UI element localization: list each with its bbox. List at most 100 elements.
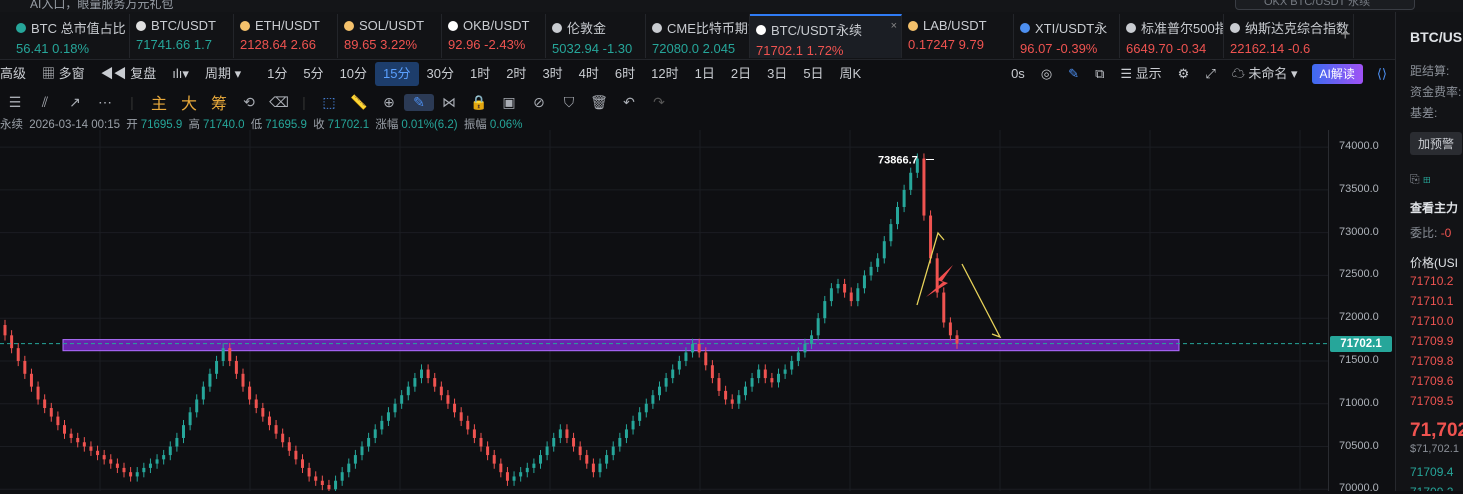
period-15[interactable]: 周K bbox=[832, 62, 870, 86]
ask-price[interactable]: 71710.0 bbox=[1410, 314, 1453, 328]
candle-body bbox=[882, 241, 886, 259]
price-chart[interactable]: 73866.7 bbox=[0, 130, 1395, 491]
period-dropdown[interactable]: 周期 ▾ bbox=[197, 62, 249, 86]
ticker-tab[interactable]: LAB/USDT 0.17247 9.79 bbox=[902, 14, 1014, 58]
note-icon[interactable]: ▣ bbox=[494, 94, 524, 111]
cursor-icon[interactable]: ⬚ bbox=[314, 94, 344, 111]
layout-icon[interactable]: ⧉ bbox=[1087, 62, 1112, 86]
ai-button[interactable]: AI解读 bbox=[1311, 64, 1363, 84]
period-14[interactable]: 5日 bbox=[795, 62, 831, 86]
ticker-tab[interactable]: BTC/USDT永续 71702.1 1.72% × bbox=[750, 14, 902, 58]
panel-tab-icon[interactable]: ⎘ ⊞ bbox=[1410, 172, 1431, 187]
period-1[interactable]: 5分 bbox=[295, 62, 331, 86]
candle-body bbox=[757, 369, 761, 379]
ask-price[interactable]: 71709.5 bbox=[1410, 394, 1453, 408]
candle-body bbox=[843, 283, 847, 293]
chart-type-icon[interactable]: ılı▾ bbox=[164, 62, 197, 86]
period-3[interactable]: 15分 bbox=[375, 62, 419, 86]
ticker-tab[interactable]: 纳斯达克综合指数 22162.14 -0.6 bbox=[1224, 14, 1354, 58]
countdown-label[interactable]: 0s bbox=[1003, 62, 1033, 86]
ask-price[interactable]: 71710.1 bbox=[1410, 294, 1453, 308]
display-button[interactable]: ☰ 显示 bbox=[1112, 62, 1169, 86]
period-9[interactable]: 6时 bbox=[607, 62, 643, 86]
candle-body bbox=[849, 292, 853, 302]
ticker-tab[interactable]: XTI/USDT永 96.07 -0.39% bbox=[1014, 14, 1120, 58]
price-axis[interactable]: 70000.0 70500.0 71000.0 71500.0 72000.0 72500… bbox=[1328, 130, 1395, 494]
ticker-tab[interactable]: BTC 总市值占比 56.41 0.18% bbox=[10, 14, 130, 58]
pattern-icon[interactable]: ⋈ bbox=[434, 94, 464, 111]
candle-body bbox=[76, 437, 80, 443]
ticker-tab[interactable]: ETH/USDT 2128.64 2.66 bbox=[234, 14, 338, 58]
ticker-name: CME比特币期货 bbox=[667, 21, 749, 36]
period-7[interactable]: 3时 bbox=[534, 62, 570, 86]
eth-icon bbox=[240, 20, 250, 31]
ticker-tab[interactable]: BTC/USDT 71741.66 1.7 bbox=[130, 14, 234, 58]
add-tab-icon[interactable]: + bbox=[1340, 24, 1351, 45]
undo-icon[interactable]: ↶ bbox=[614, 94, 644, 111]
candle-body bbox=[539, 455, 542, 464]
redo-icon[interactable]: ↷ bbox=[644, 94, 674, 111]
period-8[interactable]: 4时 bbox=[571, 62, 607, 86]
candle-body bbox=[135, 472, 139, 477]
ruler-icon[interactable]: 📏 bbox=[344, 94, 374, 111]
add-alert-button[interactable]: 加预警 bbox=[1410, 132, 1463, 155]
camera-icon[interactable]: ◎ bbox=[1033, 62, 1060, 86]
fullscreen-icon[interactable]: ⤢ bbox=[1197, 62, 1223, 86]
candle-body bbox=[862, 275, 866, 289]
candle-body bbox=[221, 348, 225, 361]
ask-price[interactable]: 71709.8 bbox=[1410, 354, 1453, 368]
last-price-usd: $71,702.1 bbox=[1410, 443, 1459, 455]
candle-body bbox=[525, 467, 529, 473]
period-11[interactable]: 1日 bbox=[687, 62, 723, 86]
search-input[interactable]: OKX BTC/USDT 永续 bbox=[1235, 0, 1415, 10]
period-12[interactable]: 2日 bbox=[723, 62, 759, 86]
candle-body bbox=[56, 416, 60, 426]
ticker-tab[interactable]: CME比特币期货 72080.0 2.045 bbox=[646, 14, 750, 58]
period-6[interactable]: 2时 bbox=[498, 62, 534, 86]
filter-icon[interactable]: ⛉ bbox=[554, 94, 584, 111]
eraser-icon[interactable]: ⌫ bbox=[264, 94, 294, 111]
candle-body bbox=[241, 373, 245, 387]
period-2[interactable]: 10分 bbox=[332, 62, 375, 86]
bid-price[interactable]: 71709.2 bbox=[1410, 485, 1453, 491]
pen-icon[interactable]: ✎ bbox=[1060, 62, 1087, 86]
line-tool-icon[interactable]: ⫽ bbox=[30, 94, 60, 111]
btc-dominance-icon bbox=[16, 22, 26, 33]
ask-price[interactable]: 71710.2 bbox=[1410, 274, 1453, 288]
main-indicator-button[interactable]: 主 bbox=[144, 90, 174, 114]
share-icon[interactable]: ⟨⟩ bbox=[1369, 62, 1395, 86]
replay-button[interactable]: ◀◀ 复盘 bbox=[93, 62, 165, 86]
layout-name-dropdown[interactable]: ☁ 未命名 ▾ bbox=[1224, 62, 1306, 86]
more-icon[interactable]: ⋯ bbox=[90, 94, 120, 111]
candle-body bbox=[406, 386, 410, 396]
arrow-tool-icon[interactable]: ↗ bbox=[60, 94, 90, 111]
ticker-tab[interactable]: 伦敦金 5032.94 -1.30 bbox=[546, 14, 646, 58]
period-4[interactable]: 30分 bbox=[419, 62, 462, 86]
chips-button[interactable]: 筹 bbox=[204, 90, 234, 114]
ask-price[interactable]: 71709.9 bbox=[1410, 334, 1453, 348]
period-10[interactable]: 12时 bbox=[643, 62, 686, 86]
magnet-icon[interactable]: ⊘ bbox=[524, 94, 554, 111]
ticker-tab[interactable]: SOL/USDT 89.65 3.22% bbox=[338, 14, 442, 58]
ticker-tab[interactable]: 标准普尔500指数 6649.70 -0.34 bbox=[1120, 14, 1224, 58]
period-13[interactable]: 3日 bbox=[759, 62, 795, 86]
settings-icon[interactable]: ⚙ bbox=[1170, 62, 1198, 86]
candle-body bbox=[294, 450, 298, 460]
ask-price[interactable]: 71709.6 bbox=[1410, 374, 1453, 388]
big-order-button[interactable]: 大 bbox=[174, 90, 204, 114]
period-5[interactable]: 1时 bbox=[462, 62, 498, 86]
period-0[interactable]: 1分 bbox=[259, 62, 295, 86]
lock-icon[interactable]: 🔒 bbox=[464, 94, 494, 111]
zoom-icon[interactable]: ⊕ bbox=[374, 94, 404, 111]
brush-icon[interactable]: ✎ bbox=[404, 93, 434, 111]
sync-icon[interactable]: ⟲ bbox=[234, 94, 264, 111]
ticker-tab[interactable]: OKB/USDT 92.96 -2.43% bbox=[442, 14, 546, 58]
candle-body bbox=[532, 463, 536, 468]
menu-icon[interactable]: ☰ bbox=[0, 94, 30, 111]
close-tab-icon[interactable]: × bbox=[891, 20, 897, 32]
trash-icon[interactable]: 🗑 bbox=[584, 94, 614, 111]
candle-body bbox=[743, 386, 747, 396]
multi-window-button[interactable]: ▦ 多窗 bbox=[34, 62, 93, 86]
advanced-button[interactable]: 高级 bbox=[0, 62, 34, 86]
bid-price[interactable]: 71709.4 bbox=[1410, 465, 1453, 479]
